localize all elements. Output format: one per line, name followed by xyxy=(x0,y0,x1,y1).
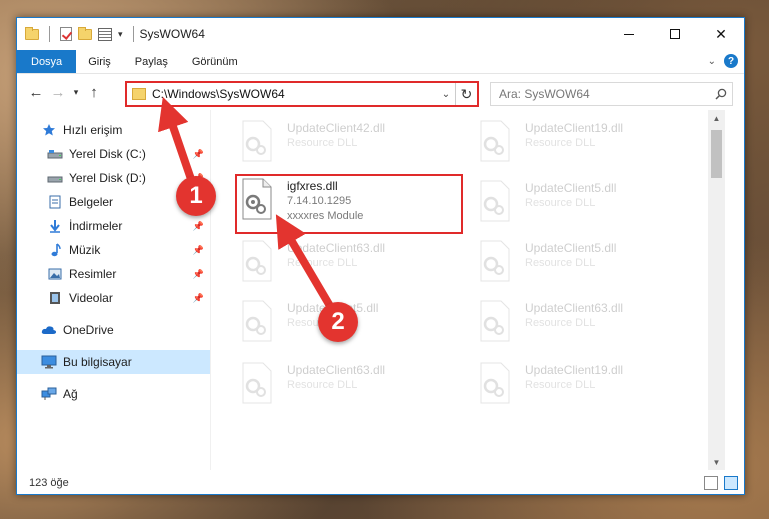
arrow-to-address-bar xyxy=(158,96,196,184)
annotation-arrows xyxy=(158,96,334,309)
arrow-to-file xyxy=(275,214,334,309)
step-2-badge: 2 xyxy=(318,302,358,342)
step-1-badge: 1 xyxy=(176,176,216,216)
